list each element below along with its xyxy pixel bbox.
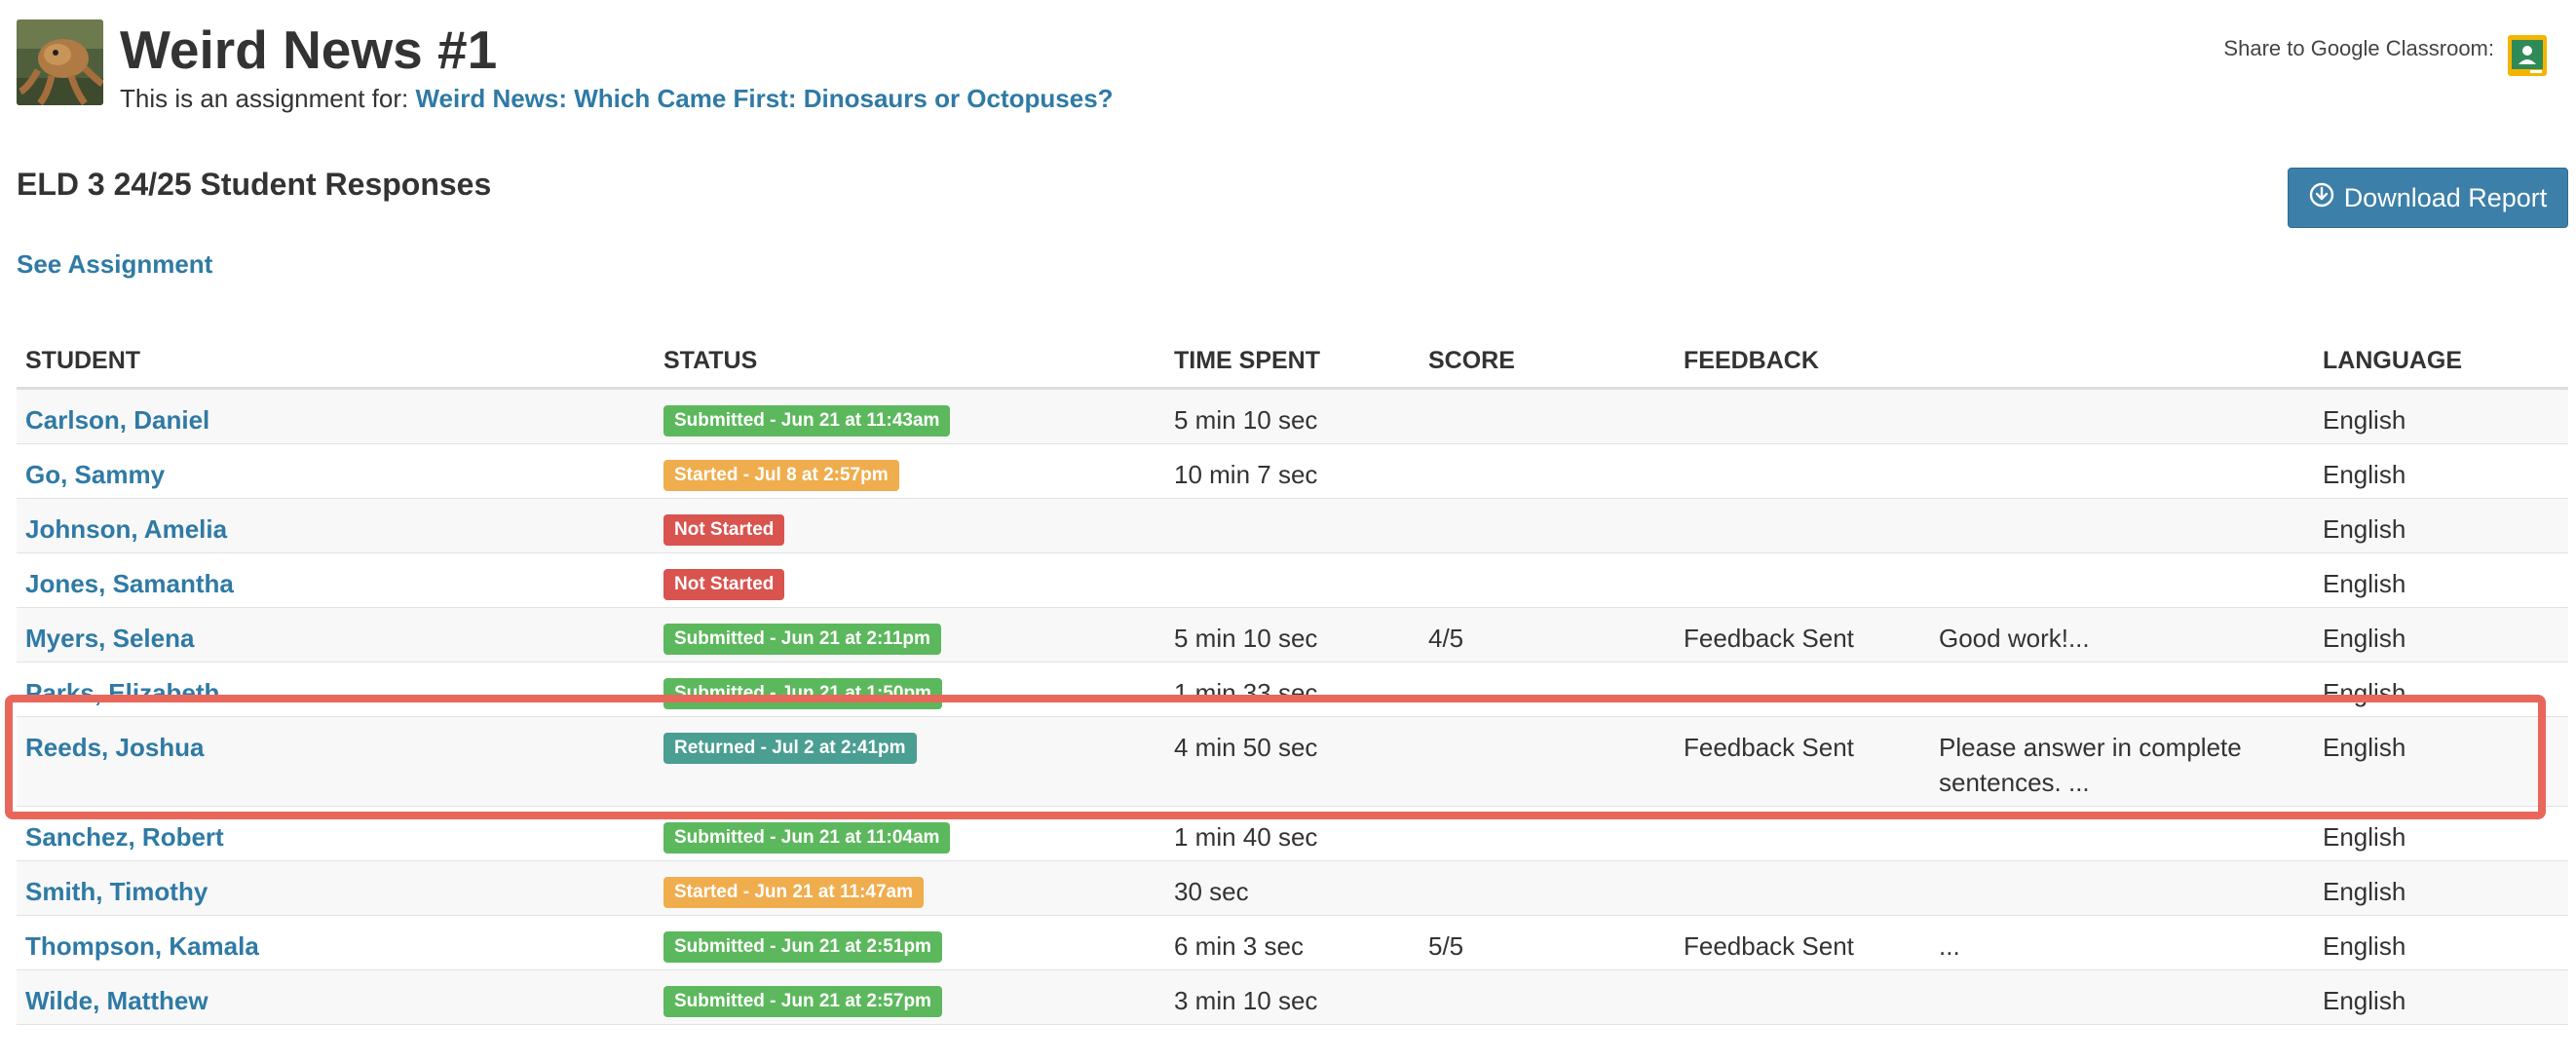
time-spent: 5 min 10 sec <box>1174 624 1318 653</box>
student-name-link[interactable]: Reeds, Joshua <box>25 730 205 765</box>
language: English <box>2323 569 2406 598</box>
time-spent: 5 min 10 sec <box>1174 405 1318 435</box>
feedback-status: Feedback Sent <box>1684 624 1854 653</box>
table-row: Thompson, Kamala Submitted - Jun 21 at 2:… <box>17 916 2568 970</box>
status-badge: Started - Jun 21 at 11:47am <box>663 877 924 908</box>
time-spent: 10 min 7 sec <box>1174 460 1318 489</box>
assignment-info: This is an assignment for: Weird News: W… <box>120 82 1114 115</box>
download-report-button[interactable]: Download Report <box>2288 168 2568 228</box>
status-badge: Submitted - Jun 21 at 11:43am <box>663 405 951 436</box>
language: English <box>2323 986 2406 1015</box>
column-header-feedback[interactable]: FEEDBACK <box>1684 347 1819 375</box>
time-spent: 3 min 10 sec <box>1174 986 1318 1015</box>
assignment-link[interactable]: Weird News: Which Came First: Dinosaurs … <box>415 84 1113 113</box>
student-name-link[interactable]: Thompson, Kamala <box>25 929 259 964</box>
language: English <box>2323 931 2406 961</box>
page-title: Weird News #1 <box>120 19 498 80</box>
status-badge: Submitted - Jun 21 at 2:11pm <box>663 624 941 655</box>
table-header: STUDENT STATUS TIME SPENT SCORE FEEDBACK… <box>17 335 2568 390</box>
column-header-student[interactable]: STUDENT <box>25 347 140 375</box>
share-label: Share to Google Classroom: <box>2223 36 2494 60</box>
feedback-status: Feedback Sent <box>1684 733 1854 762</box>
table-row: Sanchez, Robert Submitted - Jun 21 at 11:… <box>17 807 2568 861</box>
student-name-link[interactable]: Jones, Samantha <box>25 566 234 601</box>
student-name-link[interactable]: Smith, Timothy <box>25 874 208 909</box>
see-assignment-link[interactable]: See Assignment <box>17 247 212 281</box>
table-row: Reeds, Joshua Returned - Jul 2 at 2:41pm 4… <box>17 717 2568 807</box>
responses-title: ELD 3 24/25 Student Responses <box>17 167 492 202</box>
status-badge: Not Started <box>663 569 785 600</box>
student-name-link[interactable]: Sanchez, Robert <box>25 819 224 854</box>
student-name-link[interactable]: Myers, Selena <box>25 621 194 656</box>
status-badge: Not Started <box>663 514 785 546</box>
download-report-label: Download Report <box>2343 182 2548 212</box>
time-spent: 1 min 40 sec <box>1174 822 1318 852</box>
status-badge: Started - Jul 8 at 2:57pm <box>663 460 899 491</box>
status-badge: Submitted - Jun 21 at 2:57pm <box>663 986 942 1017</box>
column-header-language[interactable]: LANGUAGE <box>2323 347 2462 375</box>
time-spent: 1 min 33 sec <box>1174 678 1318 707</box>
download-circle-icon <box>2309 182 2334 214</box>
feedback-status: Feedback Sent <box>1684 931 1854 961</box>
assignment-thumbnail <box>17 19 103 105</box>
language: English <box>2323 822 2406 852</box>
table-body: Carlson, Daniel Submitted - Jun 21 at 11:… <box>17 390 2568 1025</box>
language: English <box>2323 514 2406 544</box>
column-header-time-spent[interactable]: TIME SPENT <box>1174 347 1320 375</box>
table-row: Parks, Elizabeth Submitted - Jun 21 at 1:… <box>17 663 2568 717</box>
language: English <box>2323 460 2406 489</box>
student-name-link[interactable]: Carlson, Daniel <box>25 402 209 437</box>
time-spent: 4 min 50 sec <box>1174 733 1318 762</box>
score: 5/5 <box>1428 931 1464 961</box>
language: English <box>2323 405 2406 435</box>
google-classroom-icon[interactable] <box>2507 34 2548 77</box>
table-row: Go, Sammy Started - Jul 8 at 2:57pm 10 min… <box>17 444 2568 499</box>
student-name-link[interactable]: Wilde, Matthew <box>25 983 208 1018</box>
language: English <box>2323 733 2406 762</box>
column-header-score[interactable]: SCORE <box>1428 347 1515 375</box>
student-name-link[interactable]: Parks, Elizabeth <box>25 675 219 710</box>
feedback-comment: ... <box>1939 931 1960 961</box>
score: 4/5 <box>1428 624 1464 653</box>
language: English <box>2323 624 2406 653</box>
table-row: Johnson, Amelia Not Started English <box>17 499 2568 553</box>
language: English <box>2323 678 2406 707</box>
feedback-comment: Please answer in complete sentences. ... <box>1939 733 2242 797</box>
table-row: Jones, Samantha Not Started English <box>17 553 2568 608</box>
column-header-status[interactable]: STATUS <box>663 347 757 375</box>
time-spent: 30 sec <box>1174 877 1249 906</box>
student-name-link[interactable]: Johnson, Amelia <box>25 512 227 547</box>
status-badge: Submitted - Jun 21 at 2:51pm <box>663 931 942 963</box>
time-spent: 6 min 3 sec <box>1174 931 1304 961</box>
table-row: Smith, Timothy Started - Jun 21 at 11:47a… <box>17 861 2568 916</box>
table-row: Carlson, Daniel Submitted - Jun 21 at 11:… <box>17 390 2568 444</box>
language: English <box>2323 877 2406 906</box>
responses-table: STUDENT STATUS TIME SPENT SCORE FEEDBACK… <box>17 335 2568 1025</box>
table-row: Wilde, Matthew Submitted - Jun 21 at 2:57… <box>17 970 2568 1025</box>
status-badge: Returned - Jul 2 at 2:41pm <box>663 733 917 764</box>
feedback-comment: Good work!... <box>1939 624 2090 653</box>
student-name-link[interactable]: Go, Sammy <box>25 457 165 492</box>
status-badge: Submitted - Jun 21 at 1:50pm <box>663 678 942 709</box>
table-row: Myers, Selena Submitted - Jun 21 at 2:11p… <box>17 608 2568 663</box>
status-badge: Submitted - Jun 21 at 11:04am <box>663 822 951 853</box>
assignment-prefix: This is an assignment for: <box>120 84 409 113</box>
